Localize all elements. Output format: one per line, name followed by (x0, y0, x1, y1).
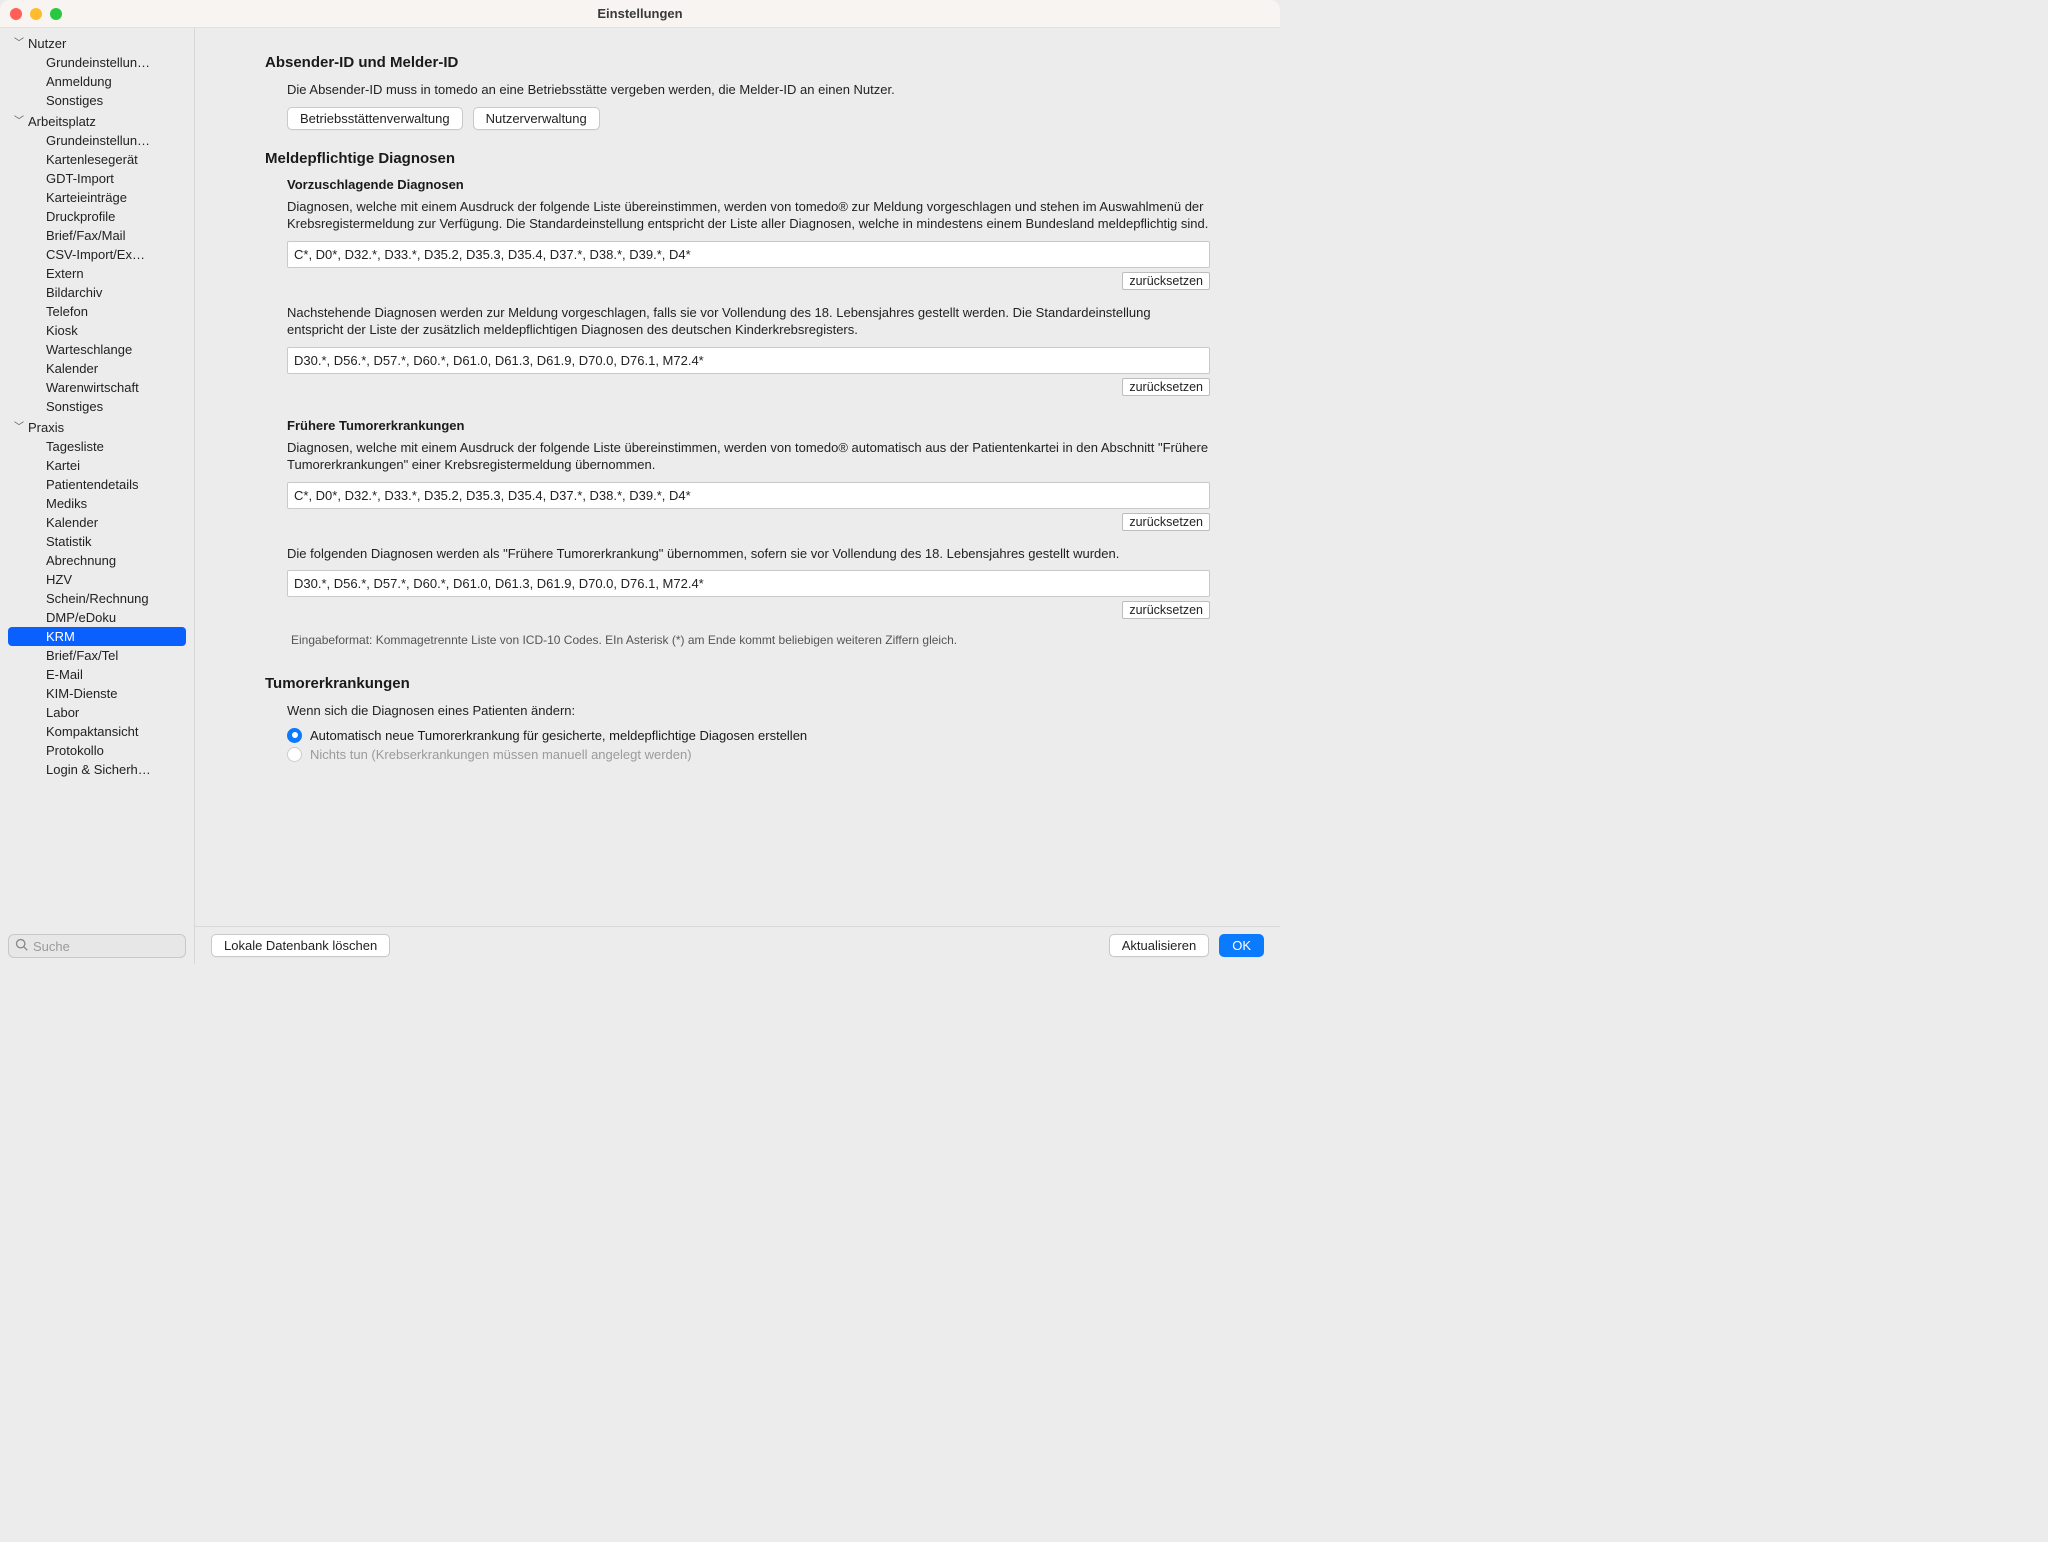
sidebar-item[interactable]: Login & Sicherh… (0, 760, 194, 779)
sidebar-item[interactable]: E-Mail (0, 665, 194, 684)
sidebar-group-label: Arbeitsplatz (28, 114, 96, 129)
sidebar-item[interactable]: Druckprofile (0, 207, 194, 226)
radio-icon (287, 728, 302, 743)
sidebar-item[interactable]: Sonstiges (0, 397, 194, 416)
sidebar-item[interactable]: Grundeinstellun… (0, 131, 194, 150)
sidebar-group: ﹀ Arbeitsplatz Grundeinstellun…Kartenleseg… (0, 112, 194, 416)
sidebar-group: ﹀ Nutzer Grundeinstellun…AnmeldungSonstige… (0, 34, 194, 110)
sidebar-item[interactable]: Brief/Fax/Mail (0, 226, 194, 245)
sidebar-search[interactable] (8, 934, 186, 958)
sidebar-group: ﹀ Praxis TageslisteKarteiPatientendetailsM… (0, 418, 194, 779)
sidebar-item[interactable]: Warenwirtschaft (0, 378, 194, 397)
sidebar-item[interactable]: Brief/Fax/Tel (0, 646, 194, 665)
sidebar-item[interactable]: DMP/eDoku (0, 608, 194, 627)
radio-option-auto[interactable]: Automatisch neue Tumorerkrankung für ges… (287, 728, 1210, 743)
sidebar-item[interactable]: Grundeinstellun… (0, 53, 194, 72)
section-title-tumor: Tumorerkrankungen (265, 675, 1210, 692)
reset-suggested-u18-button[interactable]: zurücksetzen (1122, 378, 1210, 396)
footer-bar: Lokale Datenbank löschen Aktualisieren O… (195, 926, 1280, 964)
sidebar-item[interactable]: Labor (0, 703, 194, 722)
sidebar-group-label: Praxis (28, 420, 64, 435)
sidebar-item[interactable]: Patientendetails (0, 475, 194, 494)
window-body: ﹀NutzerGrundeinstellun…AnmeldungSonstige… (0, 28, 1280, 964)
sidebar-item[interactable]: Warteschlange (0, 340, 194, 359)
settings-window: Einstellungen ﹀NutzerGrundeinstellun…Anm… (0, 0, 1280, 964)
radio-option-nothing[interactable]: Nichts tun (Krebserkrankungen müssen man… (287, 747, 1210, 762)
ok-button[interactable]: OK (1219, 934, 1264, 957)
sidebar-group-header[interactable]: ﹀ Praxis (0, 418, 194, 437)
chevron-down-icon: ﹀ (14, 117, 24, 127)
sidebar-item[interactable]: Kiosk (0, 321, 194, 340)
sidebar-item[interactable]: Karteieinträge (0, 188, 194, 207)
suggested-codes-field[interactable] (287, 241, 1210, 268)
sidebar-item[interactable]: Tagesliste (0, 437, 194, 456)
radio-label: Nichts tun (Krebserkrankungen müssen man… (310, 747, 692, 762)
input-format-hint: Eingabeformat: Kommagetrennte Liste von … (287, 633, 1210, 647)
sidebar-item[interactable]: Protokollo (0, 741, 194, 760)
sidebar-search-wrap (0, 928, 194, 964)
chevron-down-icon: ﹀ (14, 39, 24, 49)
chevron-down-icon: ﹀ (14, 423, 24, 433)
section-title-reportable: Meldepflichtige Diagnosen (265, 150, 1210, 167)
radio-icon (287, 747, 302, 762)
tumor-intro: Wenn sich die Diagnosen eines Patienten … (287, 702, 1210, 720)
prior-desc-2: Die folgenden Diagnosen werden als "Früh… (287, 545, 1210, 563)
reset-suggested-codes-button[interactable]: zurücksetzen (1122, 272, 1210, 290)
sidebar-item[interactable]: Kalender (0, 359, 194, 378)
sidebar-group-header[interactable]: ﹀ Arbeitsplatz (0, 112, 194, 131)
sidebar: ﹀NutzerGrundeinstellun…AnmeldungSonstige… (0, 28, 195, 964)
subsection-suggested-title: Vorzuschlagende Diagnosen (287, 177, 1210, 192)
reset-prior-u18-button[interactable]: zurücksetzen (1122, 601, 1210, 619)
sidebar-item[interactable]: Extern (0, 264, 194, 283)
search-input[interactable] (33, 939, 195, 954)
prior-codes-field[interactable] (287, 482, 1210, 509)
suggested-desc-2: Nachstehende Diagnosen werden zur Meldun… (287, 304, 1210, 339)
manage-users-button[interactable]: Nutzerverwaltung (473, 107, 600, 130)
sidebar-item[interactable]: Mediks (0, 494, 194, 513)
sidebar-item[interactable]: Sonstiges (0, 91, 194, 110)
sidebar-item[interactable]: Abrechnung (0, 551, 194, 570)
sidebar-item[interactable]: Statistik (0, 532, 194, 551)
subsection-prior-title: Frühere Tumorerkrankungen (287, 418, 1210, 433)
sidebar-item[interactable]: KRM (8, 627, 186, 646)
prior-desc-1: Diagnosen, welche mit einem Ausdruck der… (287, 439, 1210, 474)
suggested-u18-codes-field[interactable] (287, 347, 1210, 374)
sender-desc: Die Absender-ID muss in tomedo an eine B… (287, 81, 1210, 99)
main-panel: Absender-ID und Melder-ID Die Absender-I… (195, 28, 1280, 964)
sidebar-item[interactable]: Telefon (0, 302, 194, 321)
delete-local-db-button[interactable]: Lokale Datenbank löschen (211, 934, 390, 957)
sidebar-item[interactable]: Kartei (0, 456, 194, 475)
search-icon (15, 938, 33, 955)
reset-prior-codes-button[interactable]: zurücksetzen (1122, 513, 1210, 531)
sidebar-item[interactable]: HZV (0, 570, 194, 589)
sidebar-item[interactable]: Bildarchiv (0, 283, 194, 302)
window-title: Einstellungen (0, 6, 1280, 21)
section-title-sender: Absender-ID und Melder-ID (265, 54, 1210, 71)
content-scroll[interactable]: Absender-ID und Melder-ID Die Absender-I… (195, 28, 1280, 926)
prior-u18-codes-field[interactable] (287, 570, 1210, 597)
sidebar-item[interactable]: KIM-Dienste (0, 684, 194, 703)
sidebar-tree[interactable]: ﹀NutzerGrundeinstellun…AnmeldungSonstige… (0, 28, 194, 928)
radio-label: Automatisch neue Tumorerkrankung für ges… (310, 728, 807, 743)
manage-sites-button[interactable]: Betriebsstättenverwaltung (287, 107, 463, 130)
sidebar-group-label: Nutzer (28, 36, 66, 51)
sidebar-item[interactable]: Kartenlesegerät (0, 150, 194, 169)
sidebar-item[interactable]: Schein/Rechnung (0, 589, 194, 608)
sidebar-item[interactable]: CSV-Import/Ex… (0, 245, 194, 264)
sidebar-item[interactable]: Kalender (0, 513, 194, 532)
sidebar-item[interactable]: Kompaktansicht (0, 722, 194, 741)
sidebar-group-header[interactable]: ﹀ Nutzer (0, 34, 194, 53)
sidebar-item[interactable]: GDT-Import (0, 169, 194, 188)
suggested-desc-1: Diagnosen, welche mit einem Ausdruck der… (287, 198, 1210, 233)
sidebar-item[interactable]: Anmeldung (0, 72, 194, 91)
titlebar: Einstellungen (0, 0, 1280, 28)
refresh-button[interactable]: Aktualisieren (1109, 934, 1209, 957)
